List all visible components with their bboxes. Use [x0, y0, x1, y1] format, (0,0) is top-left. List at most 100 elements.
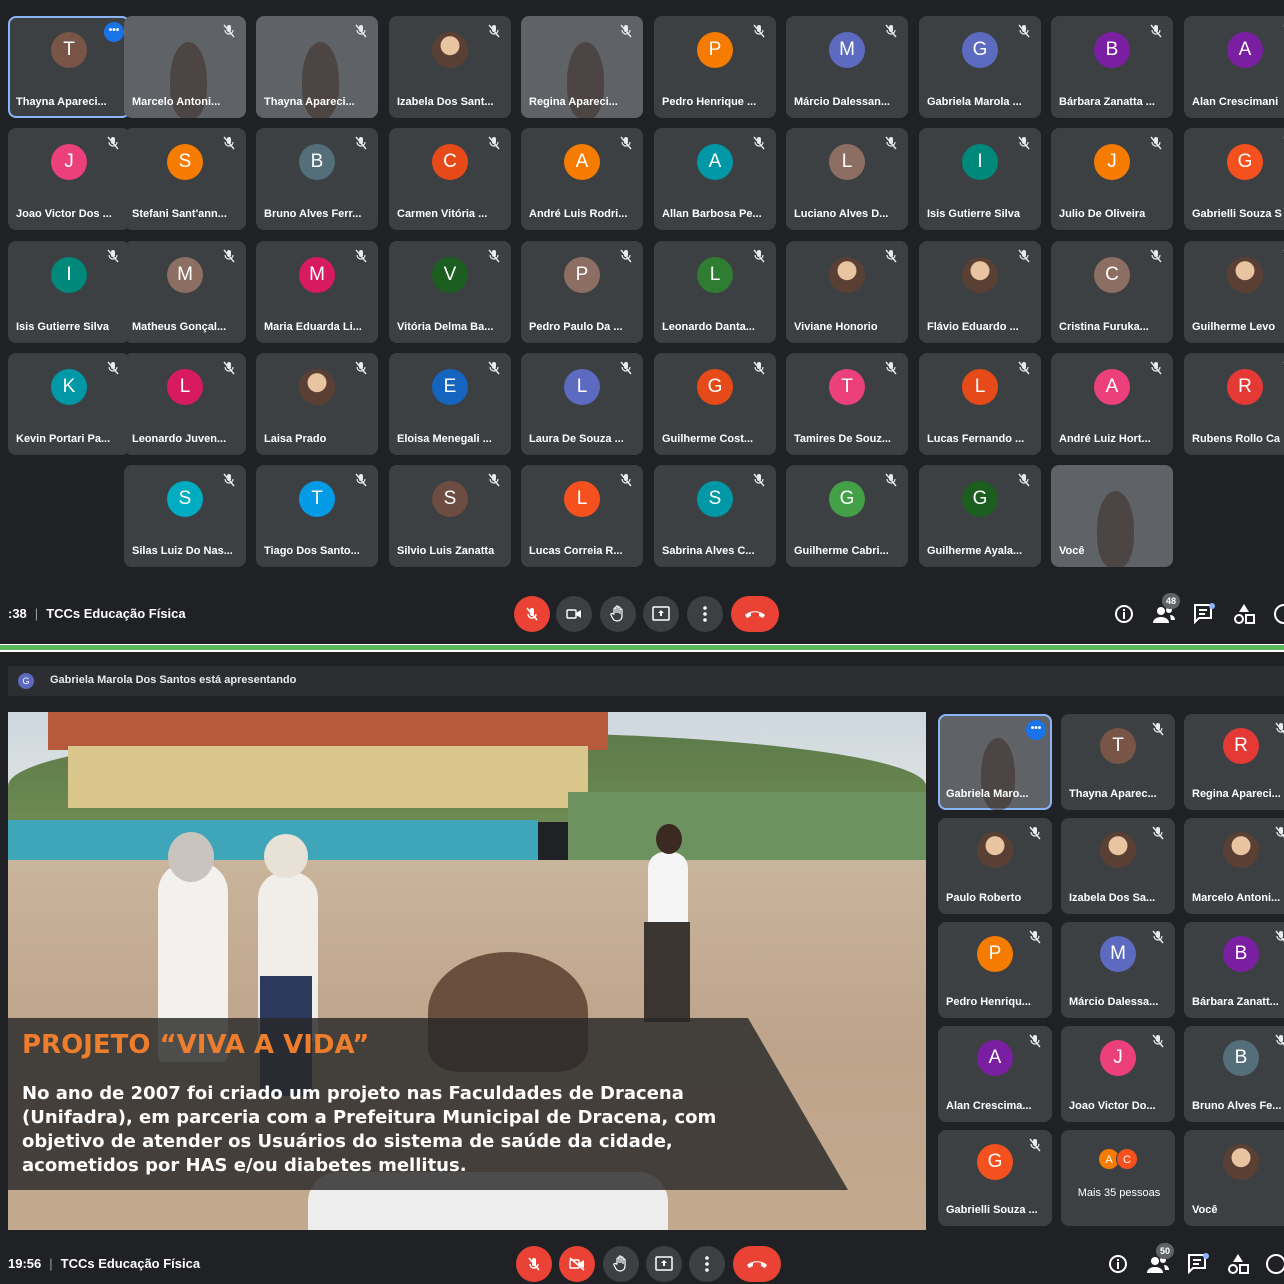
participant-tile[interactable]: Laisa Prado — [256, 353, 378, 455]
participant-tile[interactable]: K Kevin Portari Pa... — [8, 353, 130, 455]
mic-off-button[interactable] — [514, 596, 550, 632]
muted-mic-icon — [488, 361, 500, 375]
chat-button[interactable] — [1192, 602, 1216, 626]
participant-tile[interactable]: J Joao Victor Dos ... — [8, 128, 130, 230]
participant-tile[interactable]: L Lucas Correia R... — [521, 465, 643, 567]
participant-tile[interactable]: I Isis Gutierre Silva — [8, 241, 130, 343]
participant-tile[interactable]: Izabela Dos Sa... — [1061, 818, 1175, 914]
meeting-details-button[interactable] — [1112, 602, 1136, 626]
mic-off-button[interactable] — [516, 1246, 552, 1282]
participant-tile[interactable]: P Pedro Henriqu... — [938, 922, 1052, 1018]
participant-tile[interactable]: Paulo Roberto — [938, 818, 1052, 914]
participant-tile[interactable]: S Stefani Sant'ann... — [124, 128, 246, 230]
participant-tile[interactable]: G Gabrielli Souza S — [1184, 128, 1284, 230]
participant-tile[interactable]: T Thayna Aparec... — [1061, 714, 1175, 810]
participant-tile[interactable]: G Guilherme Ayala... — [919, 465, 1041, 567]
participant-avatar: J — [1100, 1040, 1136, 1076]
participant-tile[interactable]: M Matheus Gonçal... — [124, 241, 246, 343]
people-button[interactable]: 50 — [1146, 1243, 1174, 1276]
participant-tile[interactable]: S Sabrina Alves C... — [654, 465, 776, 567]
participant-tile[interactable]: L Lucas Fernando ... — [919, 353, 1041, 455]
participant-tile[interactable]: V Vitória Delma Ba... — [389, 241, 511, 343]
participant-tile[interactable]: A Alan Crescimani — [1184, 16, 1284, 118]
participant-tile[interactable]: M Maria Eduarda Li... — [256, 241, 378, 343]
participant-tile[interactable]: Regina Apareci... — [521, 16, 643, 118]
participant-tile[interactable]: C Carmen Vitória ... — [389, 128, 511, 230]
participant-tile[interactable]: L Luciano Alves D... — [786, 128, 908, 230]
participant-name: Paulo Roberto — [946, 892, 1022, 904]
activities-button[interactable] — [1232, 602, 1256, 626]
participant-tile[interactable]: Você — [1051, 465, 1173, 567]
people-button[interactable]: 48 — [1152, 593, 1180, 626]
more-options-button[interactable] — [687, 596, 723, 632]
participant-tile[interactable]: B Bárbara Zanatt... — [1184, 922, 1284, 1018]
participant-tile[interactable]: L Leonardo Juven... — [124, 353, 246, 455]
participant-tile[interactable]: L Laura De Souza ... — [521, 353, 643, 455]
participant-tile[interactable]: G Guilherme Cost... — [654, 353, 776, 455]
participant-tile[interactable]: J Joao Victor Do... — [1061, 1026, 1175, 1122]
muted-mic-icon — [1029, 930, 1041, 944]
participant-tile[interactable]: R Rubens Rollo Ca — [1184, 353, 1284, 455]
participant-avatar: C — [1094, 257, 1130, 293]
participant-tile[interactable]: G Gabriela Marola ... — [919, 16, 1041, 118]
participant-tile[interactable]: Flávio Eduardo ... — [919, 241, 1041, 343]
hand-icon — [613, 1255, 626, 1272]
participant-tile[interactable]: B Bruno Alves Fe... — [1184, 1026, 1284, 1122]
participant-tile[interactable]: I Isis Gutierre Silva — [919, 128, 1041, 230]
participant-tile[interactable]: B Bárbara Zanatta ... — [1051, 16, 1173, 118]
participant-tile[interactable]: Viviane Honorio — [786, 241, 908, 343]
participant-tile[interactable]: R Regina Apareci... — [1184, 714, 1284, 810]
meet-gallery-screenshot: T ••• Thayna Apareci... Marcelo Antoni... Th… — [0, 0, 1284, 644]
participant-tile[interactable]: Izabela Dos Sant... — [389, 16, 511, 118]
participant-tile[interactable]: S Silvio Luis Zanatta — [389, 465, 511, 567]
participant-tile[interactable]: E Eloisa Menegali ... — [389, 353, 511, 455]
chat-button[interactable] — [1186, 1252, 1210, 1276]
participant-avatar: P — [697, 32, 733, 68]
participant-tile[interactable]: Marcelo Antoni... — [1184, 818, 1284, 914]
participant-name: Eloisa Menegali ... — [397, 433, 492, 445]
participant-tile[interactable]: Thayna Apareci... — [256, 16, 378, 118]
participant-tile[interactable]: Guilherme Levo — [1184, 241, 1284, 343]
participant-tile[interactable]: S Silas Luiz Do Nas... — [124, 465, 246, 567]
raise-hand-button[interactable] — [603, 1246, 639, 1282]
camera-button[interactable] — [556, 596, 592, 632]
present-button[interactable] — [643, 596, 679, 632]
participant-tile[interactable]: P Pedro Paulo Da ... — [521, 241, 643, 343]
participant-tile[interactable]: J Julio De Oliveira — [1051, 128, 1173, 230]
participant-tile[interactable]: T ••• Thayna Apareci... — [8, 16, 130, 118]
raise-hand-button[interactable] — [600, 596, 636, 632]
participant-tile[interactable]: ••• Gabriela Maro... — [938, 714, 1052, 810]
muted-mic-icon — [223, 136, 235, 150]
host-controls-button[interactable] — [1272, 602, 1284, 626]
leave-call-button[interactable] — [731, 596, 779, 632]
meeting-details-button[interactable] — [1106, 1252, 1130, 1276]
host-controls-button[interactable] — [1264, 1252, 1284, 1276]
end-call-icon — [745, 611, 765, 618]
participant-tile[interactable]: A C Mais 35 pessoas — [1061, 1130, 1175, 1226]
participant-tile[interactable]: M Márcio Dalessan... — [786, 16, 908, 118]
participant-tile[interactable]: A Allan Barbosa Pe... — [654, 128, 776, 230]
chat-icon — [1188, 1253, 1209, 1275]
participant-tile[interactable]: C Cristina Furuka... — [1051, 241, 1173, 343]
more-options-button[interactable] — [689, 1246, 725, 1282]
participant-tile[interactable]: Você — [1184, 1130, 1284, 1226]
participant-name: Pedro Henrique ... — [662, 96, 757, 108]
participant-tile[interactable]: G Gabrielli Souza ... — [938, 1130, 1052, 1226]
participant-tile[interactable]: B Bruno Alves Ferr... — [256, 128, 378, 230]
activities-button[interactable] — [1226, 1252, 1250, 1276]
present-button[interactable] — [646, 1246, 682, 1282]
participant-tile[interactable]: G Guilherme Cabri... — [786, 465, 908, 567]
participant-tile[interactable]: Marcelo Antoni... — [124, 16, 246, 118]
participant-tile[interactable]: L Leonardo Danta... — [654, 241, 776, 343]
participant-tile[interactable]: P Pedro Henrique ... — [654, 16, 776, 118]
participant-tile[interactable]: A Alan Crescima... — [938, 1026, 1052, 1122]
participant-tile[interactable]: A André Luis Rodri... — [521, 128, 643, 230]
leave-call-button[interactable] — [733, 1246, 781, 1282]
participant-name: Gabrielli Souza ... — [946, 1204, 1038, 1216]
camera-off-button[interactable] — [559, 1246, 595, 1282]
participant-tile[interactable]: A André Luiz Hort... — [1051, 353, 1173, 455]
muted-mic-icon — [1018, 473, 1030, 487]
participant-tile[interactable]: T Tamires De Souz... — [786, 353, 908, 455]
participant-tile[interactable]: T Tiago Dos Santo... — [256, 465, 378, 567]
participant-tile[interactable]: M Márcio Dalessa... — [1061, 922, 1175, 1018]
